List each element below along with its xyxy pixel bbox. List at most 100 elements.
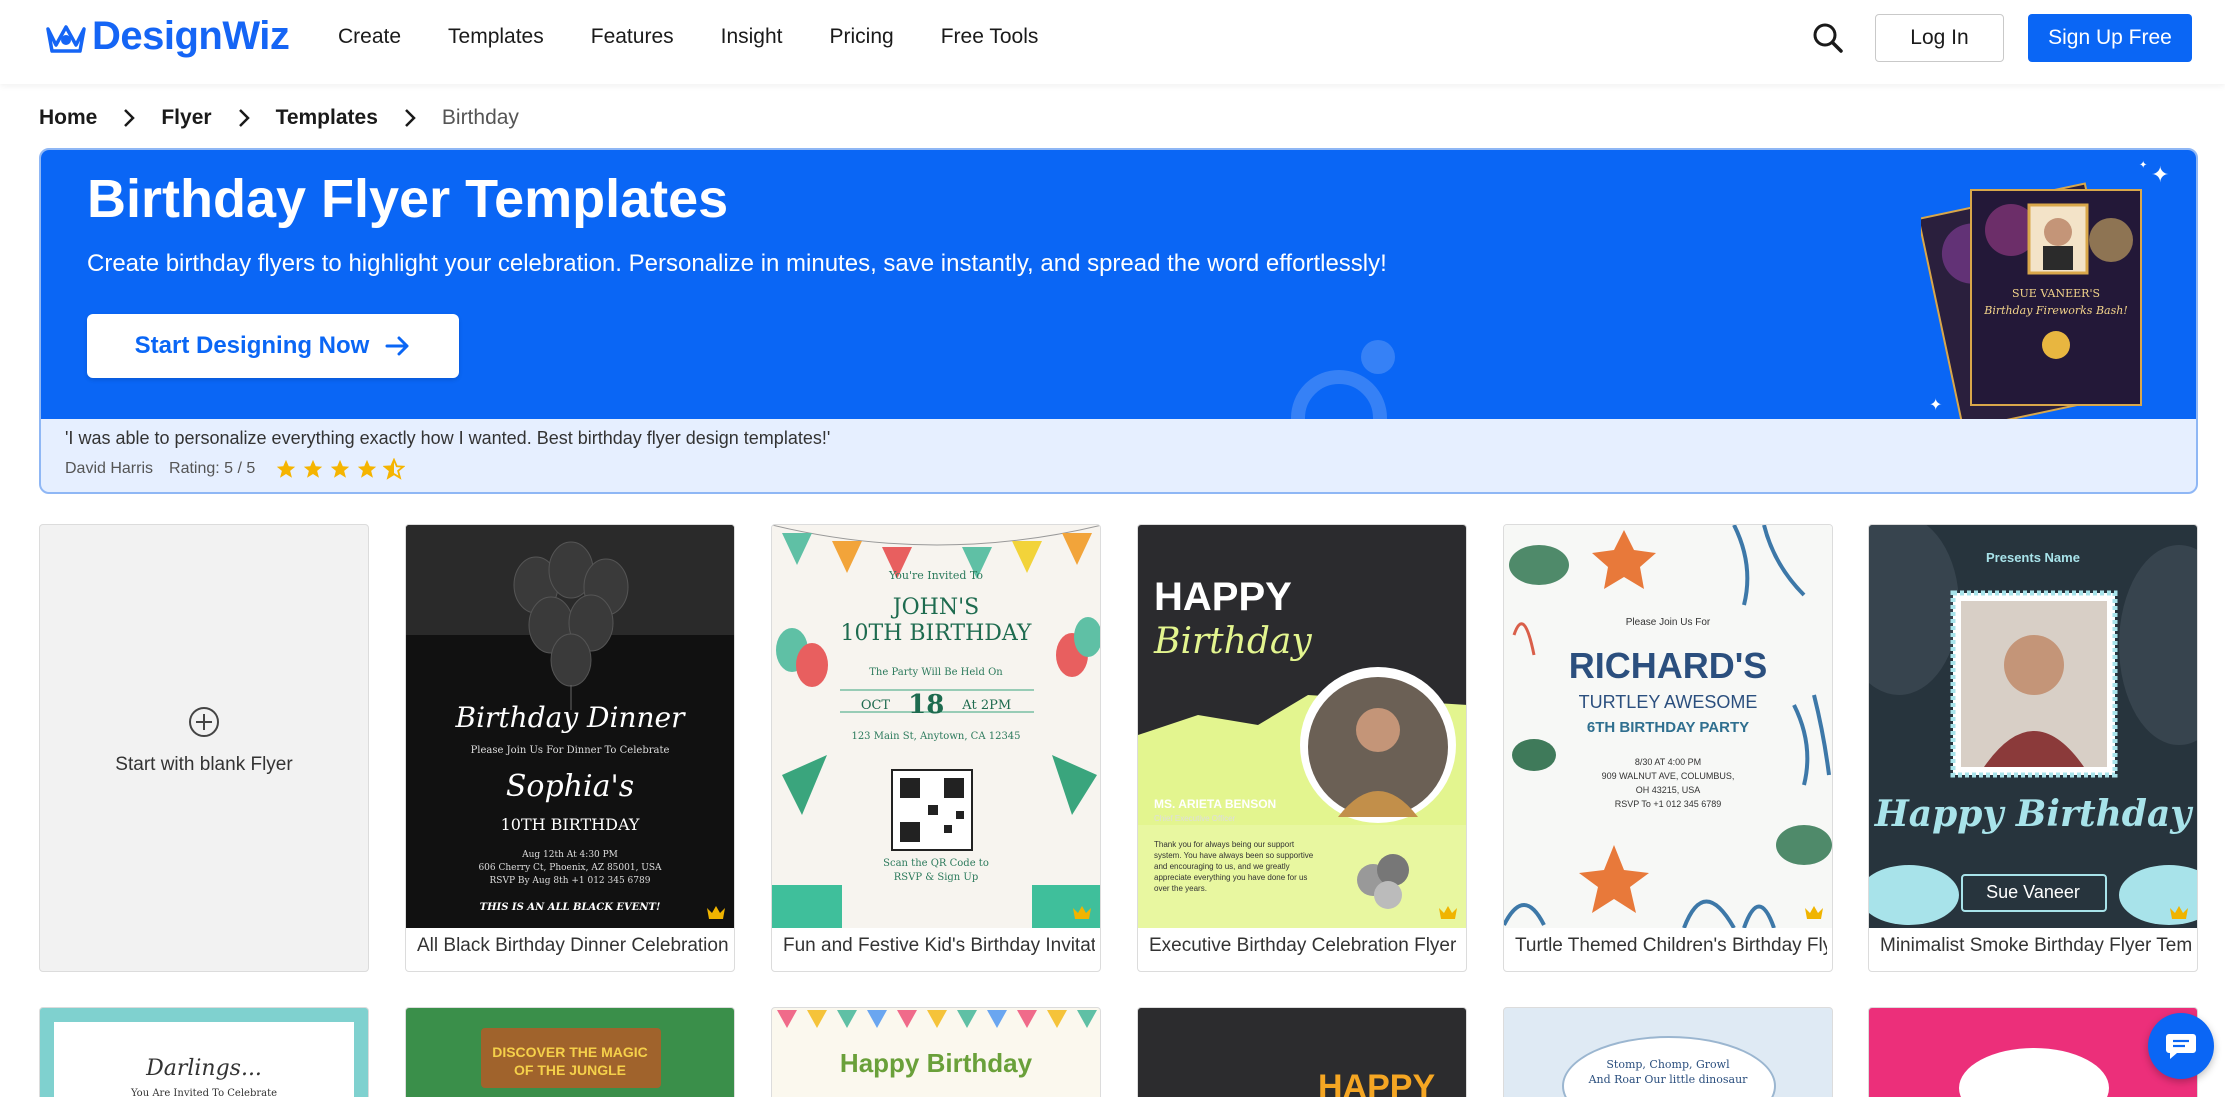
tpl4-invite: Please Join Us For [1625, 617, 1711, 628]
star-icon [277, 459, 296, 478]
premium-crown-icon [1439, 906, 1457, 919]
cta-label: Start Designing Now [134, 332, 370, 359]
breadcrumb-home[interactable]: Home [39, 106, 97, 130]
nav-free-tools[interactable]: Free Tools [941, 24, 1039, 50]
review-quote: 'I was able to personalize everything ex… [65, 428, 831, 448]
breadcrumb-templates[interactable]: Templates [276, 106, 378, 130]
row2-t5-line: Stomp, Chomp, Growl [1606, 1058, 1730, 1071]
tpl3-name: MS. ARIETA BENSON [1154, 797, 1277, 811]
template-thumbnail: HAPPY Birthday MS. ARIETA BENSON Chief E… [1138, 525, 1466, 928]
nav-insight[interactable]: Insight [721, 24, 783, 50]
nav-create[interactable]: Create [338, 24, 401, 50]
tpl1-address: 606 Cherry Ct, Phoenix, AZ 85001, USA [478, 863, 662, 873]
premium-crown-icon [1805, 906, 1823, 919]
svg-text:✦: ✦ [2151, 162, 2169, 187]
tpl1-line: Please Join Us For Dinner To Celebrate [470, 745, 670, 756]
premium-crown-icon [707, 906, 725, 919]
tpl2-day: 18 [908, 690, 945, 720]
breadcrumb-birthday: Birthday [441, 106, 519, 129]
hero-blue-panel: Birthday Flyer Templates Create birthday… [41, 150, 2196, 419]
tpl2-address: 123 Main St, Anytown, CA 12345 [851, 731, 1021, 742]
tpl1-name: Sophia's [505, 769, 635, 804]
template-card[interactable]: Darlings... You Are Invited To Celebrate [39, 1007, 369, 1097]
chevron-right-icon [405, 109, 416, 127]
cat-illustration [1959, 1048, 2109, 1097]
tpl2-scan: Scan the QR Code to [883, 858, 989, 869]
tpl3-birthday: Birthday [1154, 621, 1312, 662]
designwiz-logo[interactable]: DesignWiz [44, 14, 290, 59]
template-card[interactable]: Presents Name Happy Birthday Sue Vaneer … [1868, 524, 2198, 972]
template-card[interactable]: DISCOVER THE MAGIC OF THE JUNGLE [405, 1007, 735, 1097]
template-thumbnail: You're Invited To JOHN'S 10TH BIRTHDAY T… [772, 525, 1100, 928]
nav-pricing[interactable]: Pricing [830, 24, 894, 50]
breadcrumb-flyer[interactable]: Flyer [161, 106, 211, 130]
tpl1-note: THIS IS AN ALL BLACK EVENT! [479, 902, 661, 913]
nav-features[interactable]: Features [591, 24, 674, 50]
template-card[interactable]: Happy Birthday [771, 1007, 1101, 1097]
search-icon[interactable] [1810, 20, 1846, 56]
review-meta: David Harris Rating: 5 / 5 [65, 458, 406, 480]
page-title: Birthday Flyer Templates [87, 169, 729, 229]
template-caption: Minimalist Smoke Birthday Flyer Template [1880, 935, 2192, 956]
tpl1-age: 10TH BIRTHDAY [500, 815, 640, 834]
template-thumbnail: Presents Name Happy Birthday Sue Vaneer [1869, 525, 2197, 928]
start-designing-button[interactable]: Start Designing Now [87, 314, 459, 378]
decorative-dot [1361, 340, 1395, 374]
row2-t2-line2: OF THE JUNGLE [513, 1062, 626, 1078]
nav-templates[interactable]: Templates [448, 24, 544, 50]
chevron-right-icon [124, 109, 136, 127]
signup-button[interactable]: Sign Up Free [2028, 14, 2192, 62]
tpl3-title: Chief Executive Officer [1154, 814, 1236, 823]
arrow-right-icon [385, 336, 409, 356]
tpl4-address: 909 WALNUT AVE, COLUMBUS, [1601, 771, 1735, 781]
row2-t5-line2: And Roar Our little dinosaur [1588, 1073, 1748, 1086]
logo-crown-icon [46, 24, 86, 53]
template-card[interactable]: Birthday Dinner Please Join Us For Dinne… [405, 524, 735, 972]
template-card[interactable]: Stomp, Chomp, Growl And Roar Our little … [1503, 1007, 1833, 1097]
tpl2-rsvp: RSVP & Sign Up [893, 872, 979, 883]
hero-flyer-preview: SUE VANEER'S Birthday Fireworks Bash! ✦ … [1921, 160, 2169, 419]
tpl2-name: JOHN'S [892, 595, 980, 620]
tpl2-held: The Party Will Be Held On [869, 667, 1003, 678]
chat-bubble-icon [2166, 1034, 2196, 1059]
rating-stars [275, 458, 406, 480]
tpl1-date: Aug 12th At 4:30 PM [522, 850, 618, 860]
tpl3-message: Thank you for always being our support s… [1154, 840, 1314, 893]
template-card[interactable]: You're Invited To JOHN'S 10TH BIRTHDAY T… [771, 524, 1101, 972]
logo-text: DesignWiz [92, 14, 290, 58]
tpl5-presents: Presents Name [1986, 550, 2080, 565]
blank-flyer-tile[interactable]: Start with blank Flyer [39, 524, 369, 972]
template-caption: Fun and Festive Kid's Birthday Invitatio… [783, 935, 1095, 956]
template-card[interactable]: Please Join Us For RICHARD'S TURTLEY AWE… [1503, 524, 1833, 972]
template-thumbnail: Please Join Us For RICHARD'S TURTLEY AWE… [1504, 525, 1832, 928]
preview-line2: Birthday Fireworks Bash! [1983, 304, 2128, 317]
tpl4-name: RICHARD'S [1568, 645, 1768, 686]
reviewer-name: David Harris [65, 460, 154, 477]
tpl2-age: 10TH BIRTHDAY [840, 621, 1032, 646]
star-icon [304, 459, 323, 478]
template-caption: Executive Birthday Celebration Flyer [1149, 935, 1457, 956]
template-thumbnail: Birthday Dinner Please Join Us For Dinne… [406, 525, 734, 928]
template-caption: All Black Birthday Dinner Celebration Fl… [417, 935, 729, 956]
tpl4-rsvp: RSVP To +1 012 345 6789 [1614, 799, 1722, 809]
template-caption: Turtle Themed Children's Birthday Flyer [1515, 935, 1827, 956]
premium-crown-icon [1073, 906, 1091, 919]
main-nav: Create Templates Features Insight Pricin… [338, 24, 1085, 50]
tpl5-name: Sue Vaneer [1986, 882, 2080, 902]
plus-circle-icon [189, 707, 219, 737]
svg-text:✦: ✦ [1929, 397, 1942, 414]
smoke-illustration [1869, 525, 2197, 925]
tpl4-time: 8/30 AT 4:00 PM [1634, 757, 1702, 767]
tpl2-invite: You're Invited To [888, 569, 984, 582]
star-icon [358, 459, 377, 478]
chat-button[interactable] [2148, 1013, 2214, 1079]
star-half-icon [383, 458, 406, 480]
tpl5-happy-birthday: Happy Birthday [1874, 793, 2192, 835]
tpl1-title: Birthday Dinner [455, 701, 685, 734]
login-button[interactable]: Log In [1875, 14, 2004, 62]
row2-t3-line: Happy Birthday [839, 1048, 1033, 1078]
template-card[interactable]: HAPPY Birthday MS. ARIETA BENSON Chief E… [1137, 524, 1467, 972]
row2-t2-line: DISCOVER THE MAGIC [492, 1044, 648, 1060]
premium-crown-icon [2170, 906, 2188, 919]
template-card[interactable]: HAPPY [1137, 1007, 1467, 1097]
